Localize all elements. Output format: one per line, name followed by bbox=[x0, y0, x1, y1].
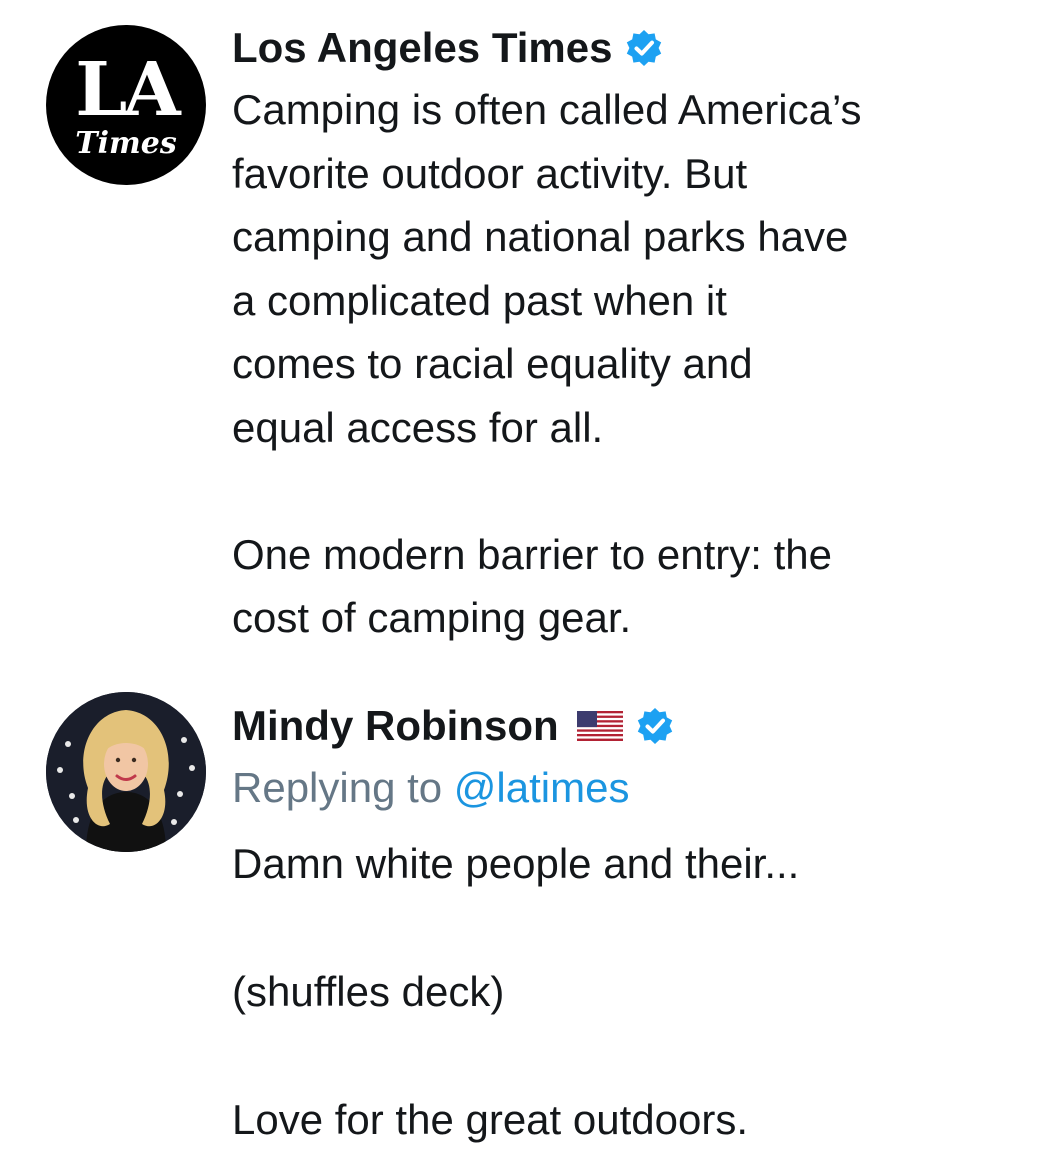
profile-photo bbox=[46, 692, 206, 852]
tweet-content: Mindy Robinson Replying to @latimes Damn… bbox=[232, 698, 1020, 1152]
replying-prefix: Replying to bbox=[232, 764, 454, 811]
us-flag-icon bbox=[576, 711, 623, 741]
logo-times-text: Times bbox=[75, 126, 177, 161]
tweet-text: Damn white people and their... (shuffles… bbox=[232, 840, 800, 1143]
verified-badge-icon bbox=[624, 28, 664, 68]
avatar-latimes[interactable]: LA Times bbox=[46, 25, 206, 185]
replying-handle-link[interactable]: @latimes bbox=[454, 764, 630, 811]
avatar-mindy-robinson[interactable] bbox=[46, 692, 206, 852]
replying-to: Replying to @latimes bbox=[232, 760, 1020, 816]
author-row: Los Angeles Times bbox=[232, 20, 1020, 76]
verified-badge-icon bbox=[635, 706, 675, 746]
tweet-text: Camping is often called America’s favori… bbox=[232, 86, 862, 641]
author-name[interactable]: Mindy Robinson bbox=[232, 702, 559, 750]
author-row: Mindy Robinson bbox=[232, 698, 1020, 754]
la-times-logo: LA Times bbox=[46, 25, 206, 185]
tweet-content: Los Angeles Times Camping is often calle… bbox=[232, 20, 1020, 650]
author-name[interactable]: Los Angeles Times bbox=[232, 24, 612, 72]
logo-la-text: LA bbox=[75, 47, 180, 133]
